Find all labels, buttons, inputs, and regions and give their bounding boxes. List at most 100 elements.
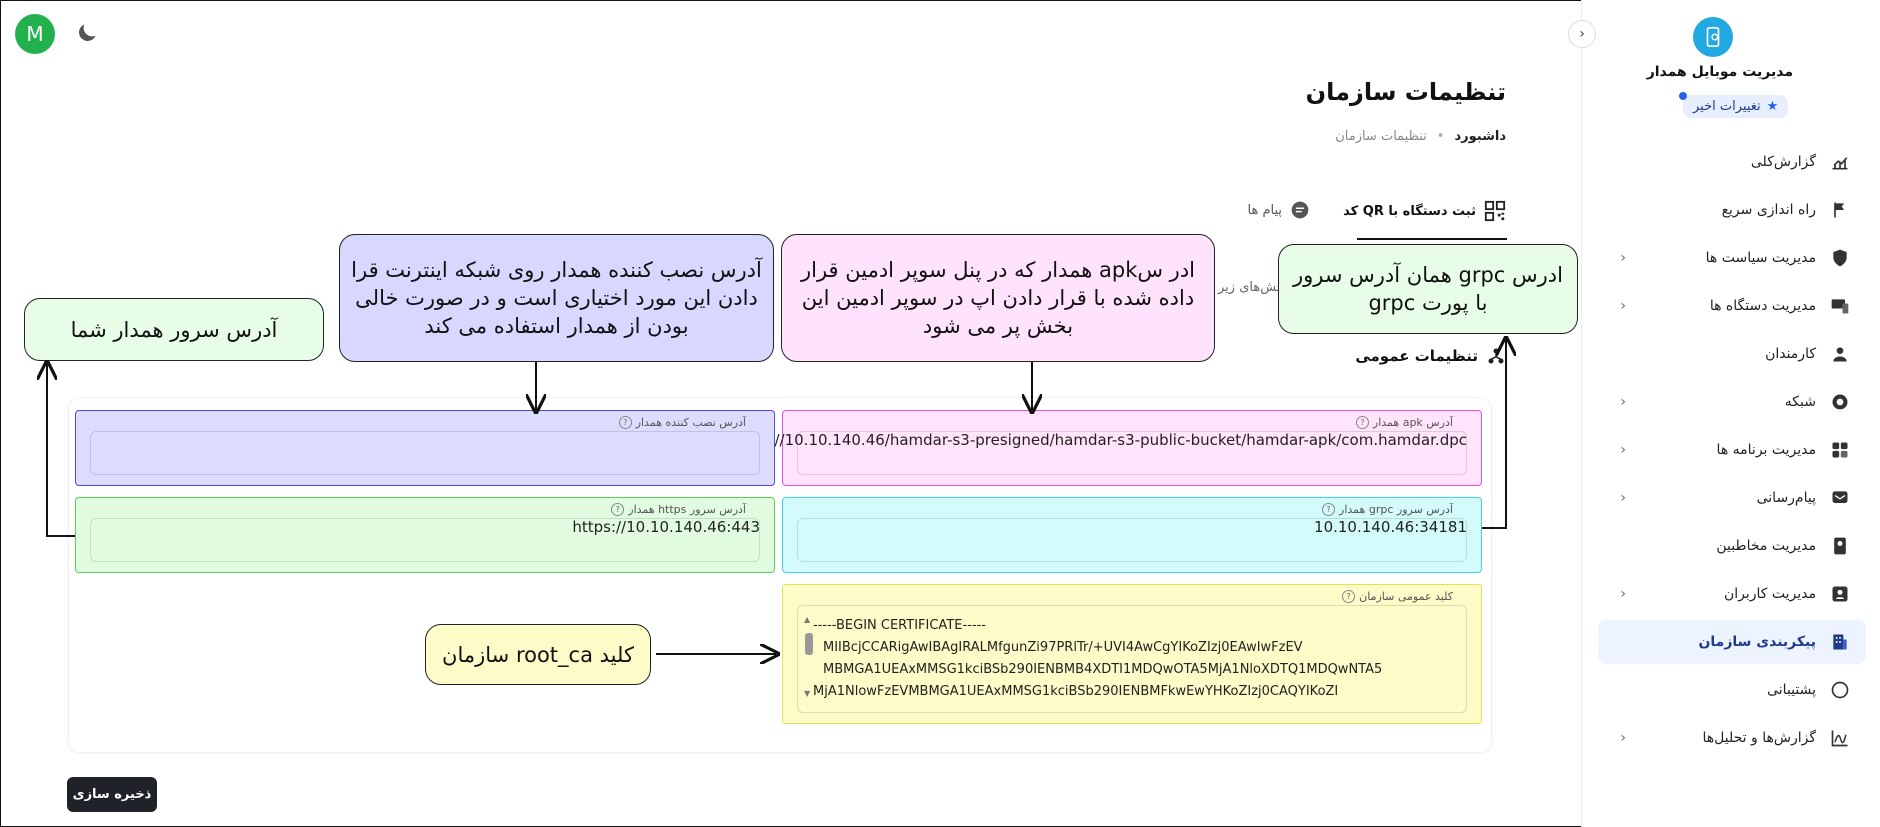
public-key-label: کلید عمومی سازمان? (1342, 590, 1453, 603)
sidebar-item[interactable]: مدیریت دستگاه ها ‹ (1598, 284, 1866, 328)
analytics-icon (1828, 726, 1852, 750)
recent-changes-label: تغییرات اخیر (1693, 99, 1761, 114)
sidebar-item-label: پشتیبانی (1767, 682, 1816, 698)
cert-line: MIIBcjCCARigAwIBAgIRALMfgunZi97PRlTr/+UV… (823, 640, 1303, 655)
callout-root-ca: کلید root_ca سازمان (425, 624, 651, 685)
grpc-server-field[interactable]: آدرس سرور grpc همدار? 10.10.140.46:34181 (782, 497, 1482, 573)
user-avatar[interactable]: M (15, 14, 55, 54)
sidebar-item-label: مدیریت کاربران (1723, 586, 1816, 602)
callout-installer-address: آدرس نصب کننده همدار روی شبکه اینترنت قر… (339, 234, 774, 362)
callout-apk-address: ادر سapk همدار که در پنل سوپر ادمین قرار… (781, 234, 1215, 362)
devices-icon (1828, 294, 1852, 318)
sidebar-collapse-button[interactable]: › (1568, 20, 1596, 48)
public-key-value: -----BEGIN CERTIFICATE----- MIIBcjCCARig… (813, 615, 1382, 703)
callout-grpc-address: ادرس grpc همان آدرس سرور با پورت grpc (1278, 244, 1578, 334)
page-title: تنظیمات سازمان (1305, 78, 1506, 106)
callout-server-address: آدرس سرور همدار شما (24, 298, 324, 361)
sidebar-item-label: پیکربندی سازمان (1698, 634, 1816, 650)
sidebar-item-label: پیام‌رسانی (1756, 490, 1816, 506)
sidebar-item[interactable]: گزارش‌کلی (1598, 140, 1866, 184)
public-key-field[interactable]: کلید عمومی سازمان? ▲ ▼ -----BEGIN CERTIF… (782, 584, 1482, 724)
star-icon: ★ (1766, 99, 1779, 114)
sidebar-item[interactable]: مدیریت سیاست ها ‹ (1598, 236, 1866, 280)
sidebar-item-label: مدیریت سیاست ها (1705, 250, 1816, 266)
chevron-left-icon: ‹ (1620, 394, 1626, 410)
avatar-letter: M (26, 22, 44, 46)
sidebar-item-label: راه اندازی سریع (1721, 202, 1816, 218)
breadcrumb-current: تنظیمات سازمان (1335, 129, 1427, 144)
help-icon[interactable]: ? (1322, 503, 1336, 516)
chevron-left-icon: ‹ (1620, 250, 1626, 266)
sidebar-item-label: مدیریت برنامه ها (1716, 442, 1816, 458)
sidebar-item[interactable]: مدیریت برنامه ها ‹ (1598, 428, 1866, 472)
apk-address-label: آدرس apk همدار? (1355, 416, 1453, 429)
building-icon (1828, 630, 1852, 654)
sidebar-item[interactable]: گزارش‌ها و تحلیل‌ها ‹ (1598, 716, 1866, 760)
help-icon[interactable]: ? (1342, 590, 1356, 603)
https-server-field[interactable]: آدرس سرور https همدار? https://10.10.140… (75, 497, 775, 573)
save-button[interactable]: ذخیره سازی (67, 777, 157, 812)
chevron-left-icon: ‹ (1620, 490, 1626, 506)
tab-messages-label: پیام ها (1247, 202, 1283, 218)
sidebar-item[interactable]: شبکه ‹ (1598, 380, 1866, 424)
active-tab-indicator (1357, 238, 1507, 240)
network-icon (1828, 390, 1852, 414)
apps-icon (1828, 438, 1852, 462)
section-title: تنظیمات عمومی (1355, 346, 1506, 366)
hierarchy-icon (1488, 348, 1504, 364)
textarea-scrollbar[interactable] (805, 633, 813, 655)
chevron-left-icon: ‹ (1620, 442, 1626, 458)
tab-messages[interactable]: پیام ها (1248, 200, 1311, 220)
sidebar-item[interactable]: مدیریت مخاطبین (1598, 524, 1866, 568)
sidebar-item-label: شبکه (1784, 394, 1816, 410)
grpc-server-label: آدرس سرور grpc همدار? (1322, 503, 1453, 516)
tab-qr-enrollment[interactable]: ثبت دستگاه با QR کد (1343, 200, 1506, 222)
help-icon[interactable]: ? (618, 416, 632, 429)
breadcrumb: داشبورد • تنظیمات سازمان (1335, 129, 1506, 144)
installer-address-label: آدرس نصب کننده همدار? (618, 416, 746, 429)
sidebar-item[interactable]: مدیریت کاربران ‹ (1598, 572, 1866, 616)
scroll-down-icon[interactable]: ▼ (804, 689, 810, 698)
https-server-value: https://10.10.140.46:443 (572, 518, 760, 536)
sidebar-item-label: گزارش‌کلی (1750, 154, 1816, 170)
sidebar-item[interactable]: کارمندان (1598, 332, 1866, 376)
sidebar-item[interactable]: پیکربندی سازمان (1598, 620, 1866, 664)
chart-icon (1828, 150, 1852, 174)
cert-line: -----BEGIN CERTIFICATE----- (813, 618, 986, 633)
sidebar-item-label: گزارش‌ها و تحلیل‌ها (1702, 730, 1816, 746)
notification-dot (1679, 92, 1687, 100)
tab-qr-label: ثبت دستگاه با QR کد (1343, 203, 1476, 219)
chevron-left-icon: ‹ (1620, 730, 1626, 746)
https-server-label: آدرس سرور https همدار? (611, 503, 746, 516)
recent-changes-badge[interactable]: ★ تغییرات اخیر (1679, 92, 1789, 118)
sidebar-item-label: مدیریت دستگاه ها (1709, 298, 1816, 314)
installer-address-input[interactable] (90, 431, 760, 475)
help-icon[interactable]: ? (1355, 416, 1369, 429)
apk-address-value: https://10.10.140.46/hamdar-s3-presigned… (730, 431, 1467, 449)
section-title-label: تنظیمات عمومی (1355, 347, 1478, 365)
chevron-left-icon: ‹ (1620, 298, 1626, 314)
contacts-icon (1828, 534, 1852, 558)
chat-icon (1291, 201, 1309, 219)
chevron-left-icon: ‹ (1620, 586, 1626, 602)
users-icon (1828, 342, 1852, 366)
sidebar-item[interactable]: پشتیبانی (1598, 668, 1866, 712)
user-icon (1828, 582, 1852, 606)
app-logo-icon (1693, 17, 1733, 57)
breadcrumb-home[interactable]: داشبورد (1454, 129, 1506, 144)
moon-icon[interactable] (74, 20, 100, 46)
cert-line: MBMGA1UEAxMMSG1kciBSb290IENBMB4XDTI1MDQw… (823, 662, 1383, 677)
breadcrumb-separator: • (1436, 129, 1445, 144)
support-icon (1828, 678, 1852, 702)
qr-code-icon (1484, 200, 1506, 222)
installer-address-field[interactable]: آدرس نصب کننده همدار? (75, 410, 775, 486)
apk-address-field[interactable]: آدرس apk همدار? https://10.10.140.46/ham… (731, 410, 1482, 486)
scroll-up-icon[interactable]: ▲ (804, 615, 810, 624)
help-icon[interactable]: ? (611, 503, 625, 516)
sidebar-item-label: مدیریت مخاطبین (1716, 538, 1816, 554)
sidebar-item[interactable]: راه اندازی سریع (1598, 188, 1866, 232)
sidebar: مدیریت موبایل همدار ★ تغییرات اخیر گزارش… (1581, 0, 1880, 827)
message-icon (1828, 486, 1852, 510)
chevron-right-icon: › (1579, 26, 1585, 42)
sidebar-item[interactable]: پیام‌رسانی ‹ (1598, 476, 1866, 520)
